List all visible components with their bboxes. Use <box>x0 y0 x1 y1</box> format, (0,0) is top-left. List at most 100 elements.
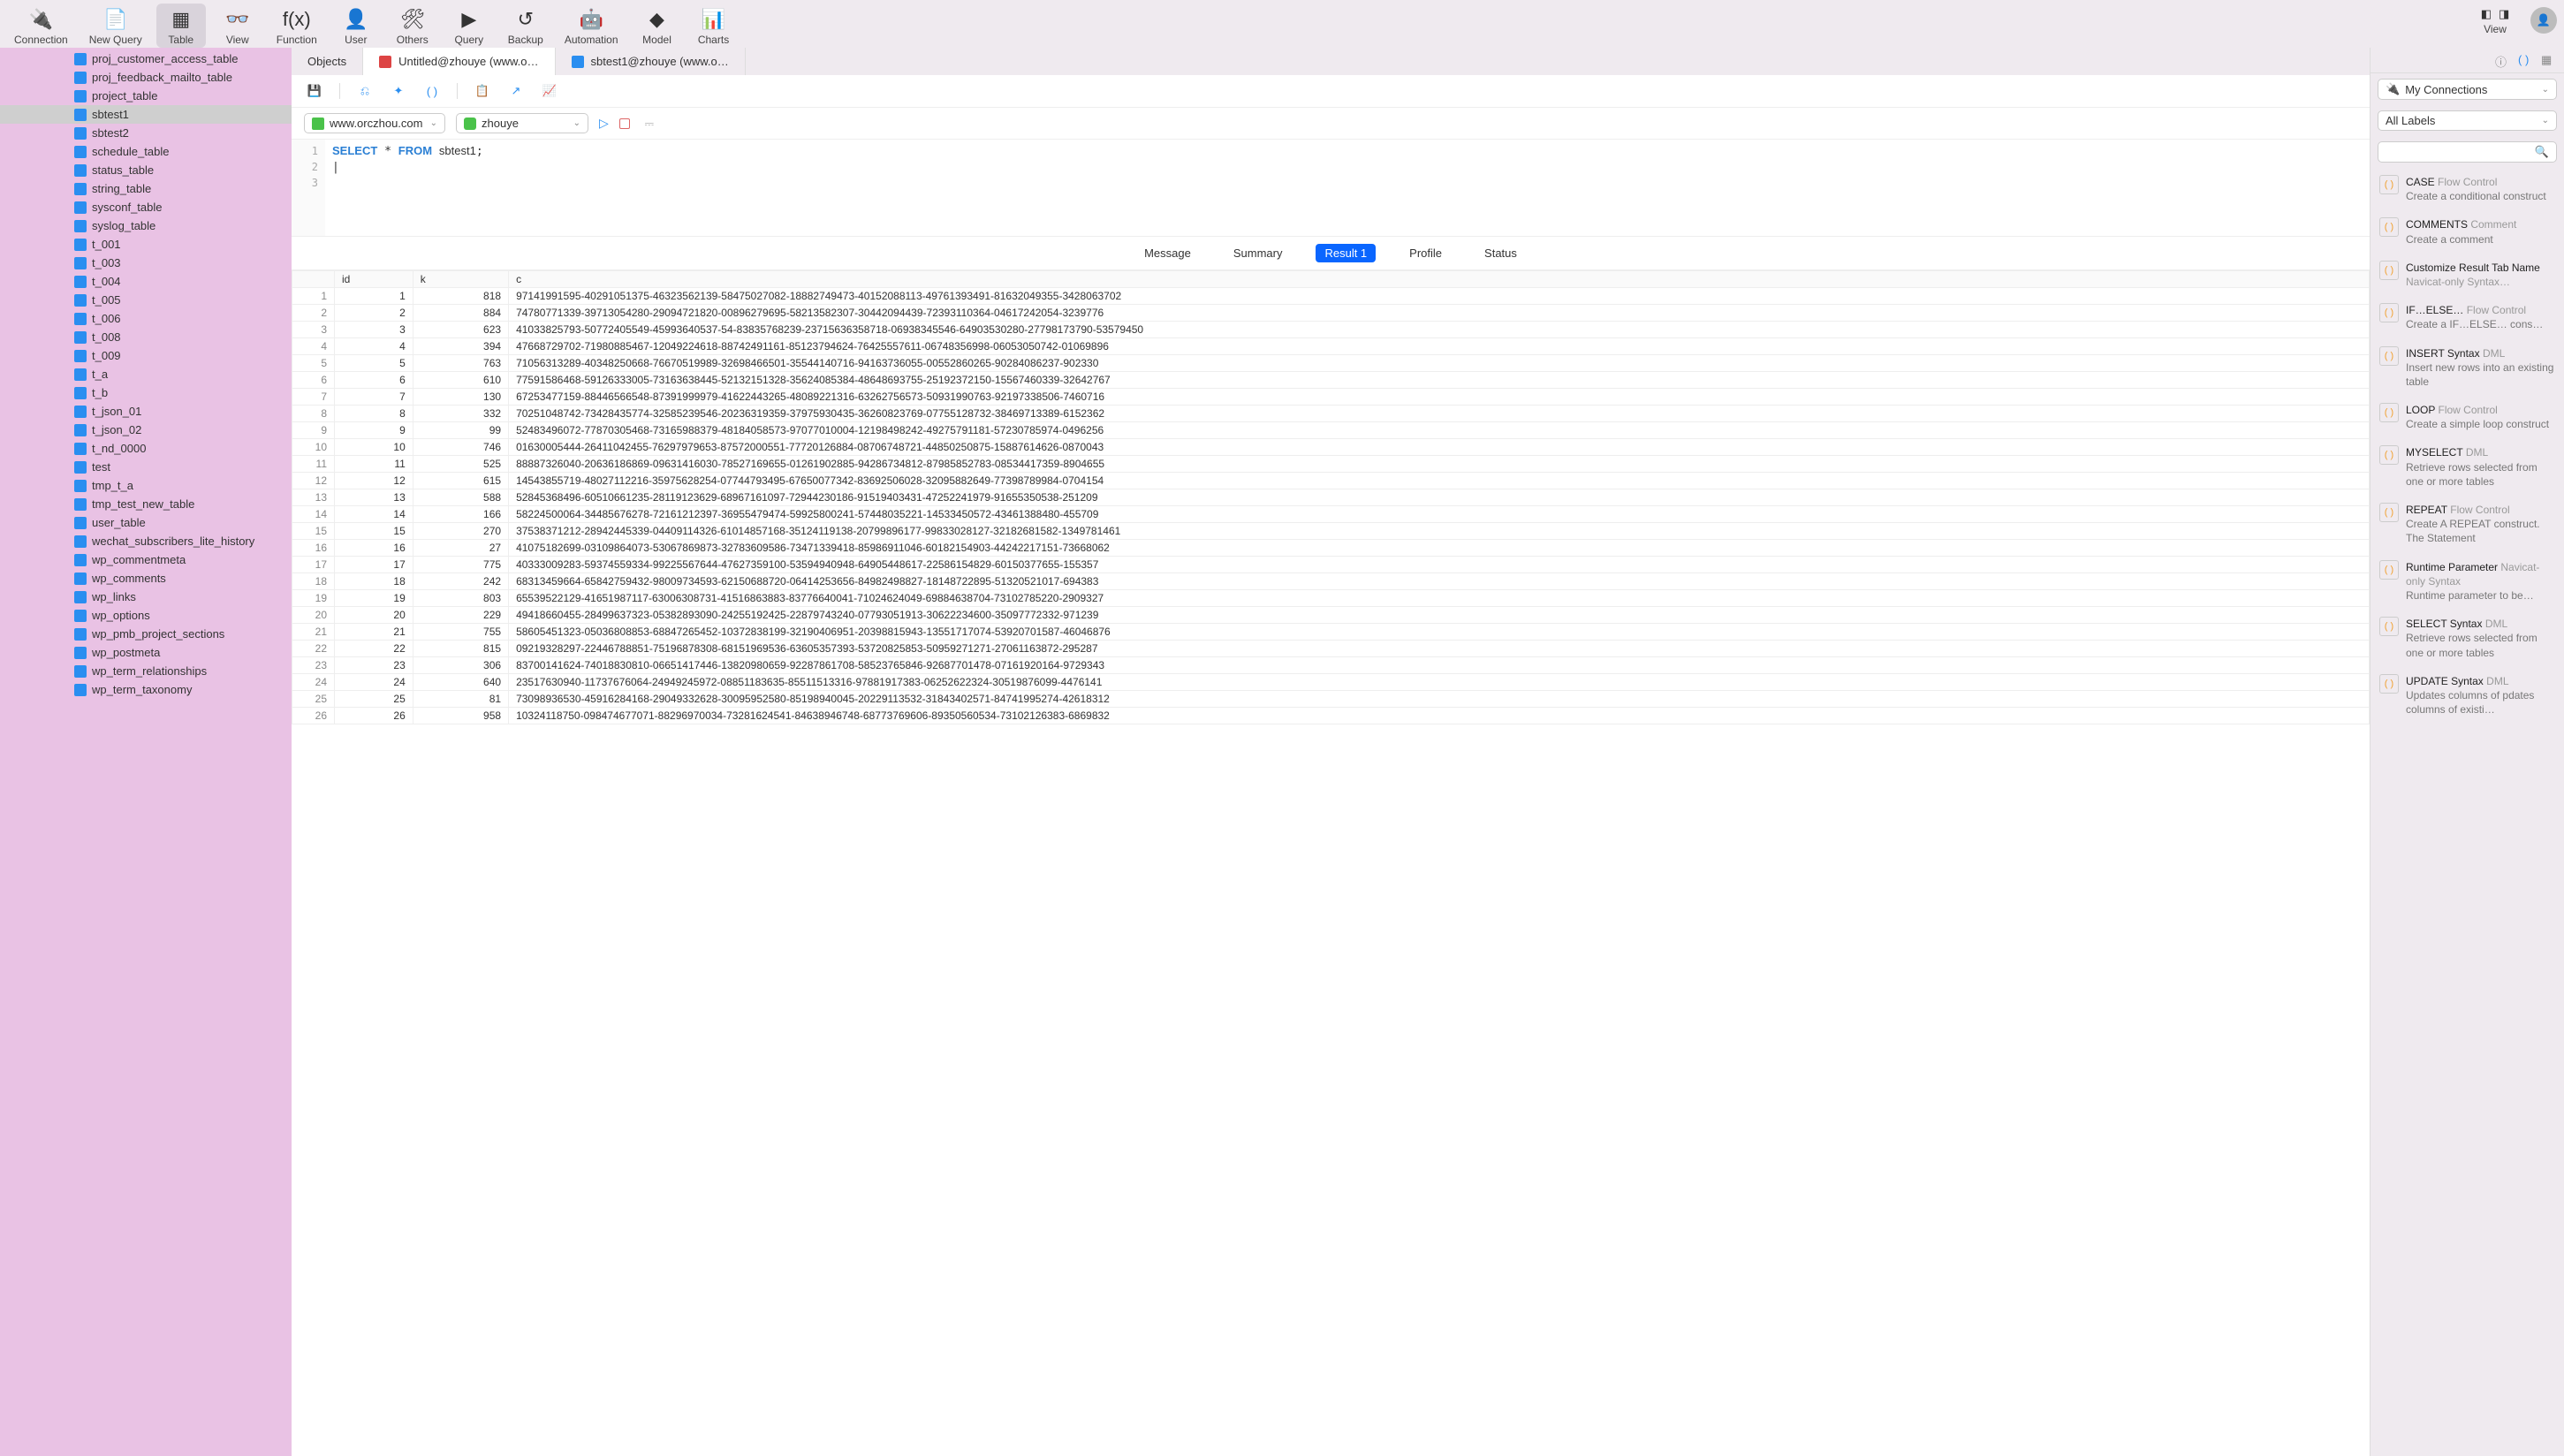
table-row[interactable]: 5576371056313289-40348250668-76670519989… <box>292 355 2370 372</box>
sidebar-item-t_json_01[interactable]: t_json_01 <box>0 402 292 421</box>
sidebar-item-user_table[interactable]: user_table <box>0 513 292 532</box>
view-panels[interactable]: ◧◨ View <box>2470 4 2520 37</box>
table-row[interactable]: 3362341033825793-50772405549-45993640537… <box>292 322 2370 338</box>
search-snippets[interactable]: 🔍 <box>2378 141 2557 163</box>
sql-code[interactable]: SELECT * FROM sbtest1; | <box>325 140 2370 236</box>
sidebar-item-t_004[interactable]: t_004 <box>0 272 292 291</box>
tab-objects[interactable]: Objects <box>292 48 363 75</box>
sidebar-item-wp_pmb_project_sections[interactable]: wp_pmb_project_sections <box>0 625 292 643</box>
sidebar-item-sysconf_table[interactable]: sysconf_table <box>0 198 292 216</box>
snippet-repeat[interactable]: ( )REPEAT Flow ControlCreate A REPEAT co… <box>2374 496 2560 553</box>
tool-user[interactable]: 👤User <box>331 4 381 48</box>
brackets-icon[interactable]: ( ) <box>423 82 441 100</box>
sidebar-item-schedule_table[interactable]: schedule_table <box>0 142 292 161</box>
tool-table[interactable]: ▦Table <box>156 4 206 48</box>
result-tab-summary[interactable]: Summary <box>1225 244 1292 262</box>
table-row[interactable]: 111152588887326040-20636186869-096314160… <box>292 456 2370 473</box>
chart-icon[interactable]: 📈 <box>541 82 558 100</box>
sidebar-item-sbtest2[interactable]: sbtest2 <box>0 124 292 142</box>
labels-select[interactable]: All Labels ⌄ <box>2378 110 2557 131</box>
sidebar-item-t_009[interactable]: t_009 <box>0 346 292 365</box>
table-row[interactable]: 262695810324118750-098474677071-88296970… <box>292 708 2370 724</box>
sidebar-item-t_nd_0000[interactable]: t_nd_0000 <box>0 439 292 458</box>
table-row[interactable]: 212175558605451323-05036808853-688472654… <box>292 624 2370 641</box>
tool-automation[interactable]: 🤖Automation <box>558 4 626 48</box>
table-row[interactable]: 1181897141991595-40291051375-46323562139… <box>292 288 2370 305</box>
export-icon[interactable]: ↗ <box>507 82 525 100</box>
sidebar-item-t_006[interactable]: t_006 <box>0 309 292 328</box>
sidebar-item-proj_feedback_mailto_table[interactable]: proj_feedback_mailto_table <box>0 68 292 87</box>
sidebar-item-t_005[interactable]: t_005 <box>0 291 292 309</box>
table-row[interactable]: 16162741075182699-03109864073-5306786987… <box>292 540 2370 557</box>
table-row[interactable]: 222281509219328297-22446788851-751968783… <box>292 641 2370 657</box>
tool-function[interactable]: f(x)Function <box>269 4 324 48</box>
copy-icon[interactable]: 📋 <box>474 82 491 100</box>
info-icon[interactable]: ⓘ <box>2495 53 2509 67</box>
sidebar-item-t_001[interactable]: t_001 <box>0 235 292 254</box>
table-row[interactable]: 999952483496072-77870305468-73165988379-… <box>292 422 2370 439</box>
tool-connection[interactable]: 🔌Connection <box>7 4 75 48</box>
snippet-customize-result-tab-name[interactable]: ( )Customize Result Tab Name Navicat-onl… <box>2374 254 2560 296</box>
sidebar-item-t_008[interactable]: t_008 <box>0 328 292 346</box>
tool-query[interactable]: ▶Query <box>444 4 494 48</box>
sidebar-item-syslog_table[interactable]: syslog_table <box>0 216 292 235</box>
table-row[interactable]: 101074601630005444-26411042455-762979796… <box>292 439 2370 456</box>
result-tab-result-1[interactable]: Result 1 <box>1316 244 1376 262</box>
format-icon[interactable]: ⎌ <box>356 82 374 100</box>
table-row[interactable]: 131358852845368496-60510661235-281191236… <box>292 489 2370 506</box>
grid-icon[interactable]: ▦ <box>2541 53 2555 67</box>
sidebar-item-test[interactable]: test <box>0 458 292 476</box>
sidebar-item-wp_term_taxonomy[interactable]: wp_term_taxonomy <box>0 680 292 699</box>
sidebar-item-wp_commentmeta[interactable]: wp_commentmeta <box>0 550 292 569</box>
snippet-comments[interactable]: ( )COMMENTS CommentCreate a comment <box>2374 210 2560 253</box>
snippet-if-else-[interactable]: ( )IF…ELSE… Flow ControlCreate a IF…ELSE… <box>2374 296 2560 338</box>
table-row[interactable]: 242464023517630940-11737676064-249492459… <box>292 674 2370 691</box>
sql-editor[interactable]: 123 SELECT * FROM sbtest1; | <box>292 140 2370 237</box>
tool-backup[interactable]: ↺Backup <box>501 4 550 48</box>
snippet-select-syntax[interactable]: ( )SELECT Syntax DMLRetrieve rows select… <box>2374 610 2560 667</box>
sidebar-item-tmp_test_new_table[interactable]: tmp_test_new_table <box>0 495 292 513</box>
table-row[interactable]: 7713067253477159-88446566548-87391999979… <box>292 389 2370 406</box>
table-row[interactable]: 141416658224500064-34485676278-721612123… <box>292 506 2370 523</box>
tab-untitled[interactable]: Untitled@zhouye (www.o… <box>363 48 555 75</box>
table-row[interactable]: 25258173098936530-45916284168-2904933262… <box>292 691 2370 708</box>
snippet-runtime-parameter[interactable]: ( )Runtime Parameter Navicat-only Syntax… <box>2374 553 2560 610</box>
snippet-case[interactable]: ( )CASE Flow ControlCreate a conditional… <box>2374 168 2560 210</box>
code-snippet-icon[interactable]: ( ) <box>2518 53 2532 67</box>
connections-select[interactable]: 🔌 My Connections ⌄ <box>2378 79 2557 100</box>
table-row[interactable]: 181824268313459664-65842759432-980097345… <box>292 573 2370 590</box>
db-select[interactable]: zhouye ⌄ <box>456 113 588 133</box>
sidebar-item-proj_customer_access_table[interactable]: proj_customer_access_table <box>0 49 292 68</box>
host-select[interactable]: www.orczhou.com ⌄ <box>304 113 445 133</box>
table-row[interactable]: 191980365539522129-41651987117-630063087… <box>292 590 2370 607</box>
result-tab-status[interactable]: Status <box>1475 244 1526 262</box>
snippet-insert-syntax[interactable]: ( )INSERT Syntax DMLInsert new rows into… <box>2374 339 2560 397</box>
table-row[interactable]: 2288474780771339-39713054280-29094721820… <box>292 305 2370 322</box>
snippet-update-syntax[interactable]: ( )UPDATE Syntax DMLUpdates columns of p… <box>2374 667 2560 724</box>
sidebar-item-project_table[interactable]: project_table <box>0 87 292 105</box>
avatar[interactable]: 👤 <box>2530 7 2557 34</box>
stop-button[interactable] <box>619 118 630 129</box>
tab-sbtest1[interactable]: sbtest1@zhouye (www.o… <box>556 48 746 75</box>
sidebar-item-wp_links[interactable]: wp_links <box>0 588 292 606</box>
sidebar-item-wechat_subscribers_lite_history[interactable]: wechat_subscribers_lite_history <box>0 532 292 550</box>
sidebar-item-wp_postmeta[interactable]: wp_postmeta <box>0 643 292 662</box>
sidebar-item-t_json_02[interactable]: t_json_02 <box>0 421 292 439</box>
save-icon[interactable]: 💾 <box>306 82 323 100</box>
tool-new-query[interactable]: 📄New Query <box>82 4 149 48</box>
table-row[interactable]: 8833270251048742-73428435774-32585239546… <box>292 406 2370 422</box>
table-row[interactable]: 4439447668729702-71980885467-12049224618… <box>292 338 2370 355</box>
tool-others[interactable]: 🛠Others <box>388 4 437 48</box>
sidebar-item-wp_options[interactable]: wp_options <box>0 606 292 625</box>
tool-model[interactable]: ◆Model <box>633 4 682 48</box>
snippet-myselect[interactable]: ( )MYSELECT DMLRetrieve rows selected fr… <box>2374 438 2560 496</box>
result-grid[interactable]: idkc1181897141991595-40291051375-4632356… <box>292 270 2370 1456</box>
col-k[interactable]: k <box>413 271 508 288</box>
table-row[interactable]: 202022949418660455-28499637323-053828930… <box>292 607 2370 624</box>
sidebar-item-wp_comments[interactable]: wp_comments <box>0 569 292 588</box>
col-id[interactable]: id <box>335 271 413 288</box>
result-tab-message[interactable]: Message <box>1135 244 1200 262</box>
col-c[interactable]: c <box>509 271 2370 288</box>
table-row[interactable]: 121261514543855719-48027112216-359756282… <box>292 473 2370 489</box>
table-row[interactable]: 232330683700141624-74018830810-066514174… <box>292 657 2370 674</box>
